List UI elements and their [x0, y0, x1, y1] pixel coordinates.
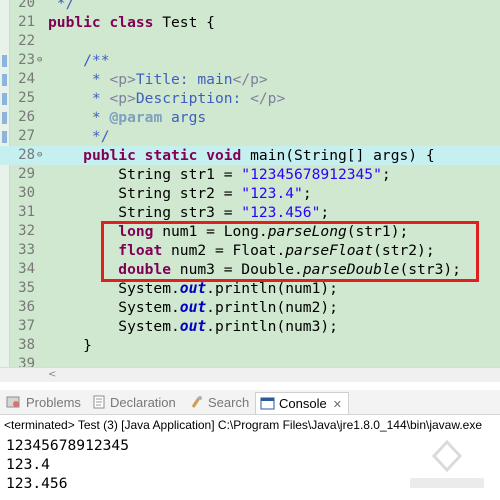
code-line[interactable]: 22 [0, 32, 500, 51]
code-text: * <p>Title: main</p> [48, 71, 268, 88]
code-line[interactable]: 31 String str3 = "123.456"; [0, 203, 500, 222]
line-number: 21 [18, 14, 35, 30]
code-line[interactable]: 26 * @param args [0, 108, 500, 127]
line-number: 28 [18, 147, 35, 163]
code-text: } [48, 337, 92, 354]
tab-console-label: Console [279, 396, 327, 411]
line-number: 20 [18, 0, 35, 11]
line-number: 31 [18, 204, 35, 220]
console-icon [260, 395, 275, 417]
code-text: * @param args [48, 109, 207, 126]
code-text: String str2 = "123.4"; [48, 185, 312, 202]
code-text: * <p>Description: </p> [48, 90, 286, 107]
tab-declaration[interactable]: Declaration [92, 392, 176, 414]
code-line[interactable]: 39 [0, 355, 500, 367]
code-line[interactable]: 25 * <p>Description: </p> [0, 89, 500, 108]
highlight-annotation-box [101, 221, 479, 282]
line-number: 38 [18, 337, 35, 353]
line-number: 35 [18, 280, 35, 296]
change-marker [2, 55, 7, 67]
bottom-view-tabs: Problems Declaration Search Console ✕ [0, 390, 500, 415]
change-marker [2, 74, 7, 86]
code-line[interactable]: 30 String str2 = "123.4"; [0, 184, 500, 203]
line-number: 23 [18, 52, 35, 68]
line-number: 30 [18, 185, 35, 201]
line-number: 34 [18, 261, 35, 277]
code-text: String str3 = "123.456"; [48, 204, 330, 221]
line-number: 33 [18, 242, 35, 258]
console-output-line: 12345678912345 [6, 437, 130, 454]
line-number: 36 [18, 299, 35, 315]
line-number: 26 [18, 109, 35, 125]
code-editor[interactable]: 20 */21 public class Test {22 23 ⊖ /** 24 * … [0, 0, 500, 367]
change-marker [2, 131, 7, 143]
code-text: System.out.println(num2); [48, 299, 338, 316]
code-line[interactable]: 37 System.out.println(num3); [0, 317, 500, 336]
search-icon [190, 394, 204, 416]
console-output-line: 123.456 [6, 475, 68, 492]
code-line[interactable]: 29 String str1 = "12345678912345"; [0, 165, 500, 184]
line-number: 22 [18, 33, 35, 49]
fold-toggle-icon[interactable]: ⊖ [37, 147, 42, 164]
fold-toggle-icon[interactable]: ⊖ [37, 52, 42, 69]
tab-search[interactable]: Search [190, 392, 249, 414]
line-number: 24 [18, 71, 35, 87]
watermark-logo-icon [410, 439, 484, 488]
code-text: System.out.println(num3); [48, 318, 338, 335]
code-text: String str1 = "12345678912345"; [48, 166, 391, 183]
code-line[interactable]: 38 } [0, 336, 500, 355]
line-number: 29 [18, 166, 35, 182]
code-text: */ [48, 0, 75, 12]
tab-search-label: Search [208, 395, 250, 410]
line-number: 32 [18, 223, 35, 239]
close-icon[interactable]: ✕ [333, 399, 342, 411]
problems-icon [6, 394, 22, 416]
change-marker [2, 112, 7, 124]
code-line[interactable]: 36 System.out.println(num2); [0, 298, 500, 317]
code-text: /** [83, 52, 110, 69]
tab-console[interactable]: Console ✕ [255, 392, 349, 414]
code-line[interactable]: 23 ⊖ /** [0, 51, 500, 70]
tab-declaration-label: Declaration [110, 395, 176, 410]
console-status: <terminated> Test (3) [Java Application]… [4, 418, 483, 432]
code-line[interactable]: 27 */ [0, 127, 500, 146]
tab-problems[interactable]: Problems [6, 392, 81, 414]
line-number: 39 [18, 356, 35, 367]
line-number: 25 [18, 90, 35, 106]
scroll-left-arrow-icon[interactable]: < [48, 368, 56, 382]
line-number: 27 [18, 128, 35, 144]
code-text: public class Test { [48, 14, 215, 31]
code-line[interactable]: 21 public class Test { [0, 13, 500, 32]
console-output-line: 123.4 [6, 456, 50, 473]
code-text: */ [48, 128, 110, 145]
code-line[interactable]: 24 * <p>Title: main</p> [0, 70, 500, 89]
tab-problems-label: Problems [26, 395, 81, 410]
horizontal-scrollbar[interactable]: < [0, 367, 500, 382]
code-text: public static void main(String[] args) { [83, 147, 435, 164]
current-code-line[interactable]: 28 ⊖ public static void main(String[] arg… [0, 146, 500, 165]
code-line[interactable]: 20 */ [0, 0, 500, 13]
declaration-icon [92, 394, 106, 416]
line-number: 37 [18, 318, 35, 334]
change-marker [2, 93, 7, 105]
